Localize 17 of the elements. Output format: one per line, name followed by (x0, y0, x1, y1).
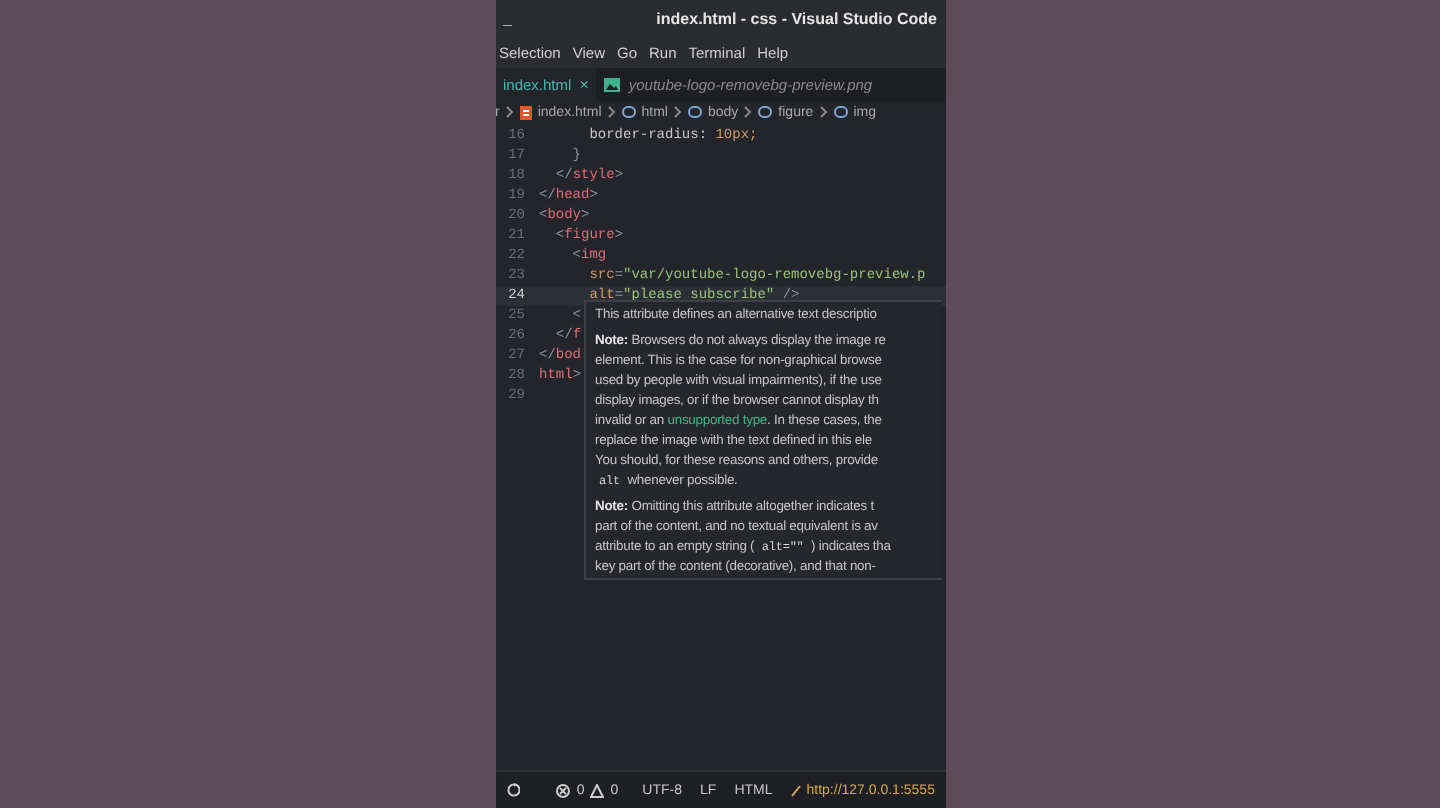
chevron-icon (607, 106, 616, 118)
chevron-icon (673, 106, 682, 118)
chevron-icon (744, 106, 753, 118)
error-icon[interactable] (556, 783, 571, 797)
element-icon (687, 106, 702, 118)
window-title: index.html - css - Visual Studio Code (654, 9, 937, 27)
warning-icon[interactable] (590, 783, 605, 797)
chevron-icon (819, 106, 828, 118)
close-icon[interactable]: × (579, 76, 589, 94)
sync-icon[interactable] (505, 782, 521, 798)
minimize-button[interactable]: _ (503, 9, 527, 27)
chevron-icon (505, 106, 514, 118)
html-file-icon (519, 105, 532, 119)
element-icon (621, 106, 636, 118)
image-file-icon (604, 78, 621, 92)
element-icon (833, 106, 848, 118)
element-icon (758, 106, 773, 118)
